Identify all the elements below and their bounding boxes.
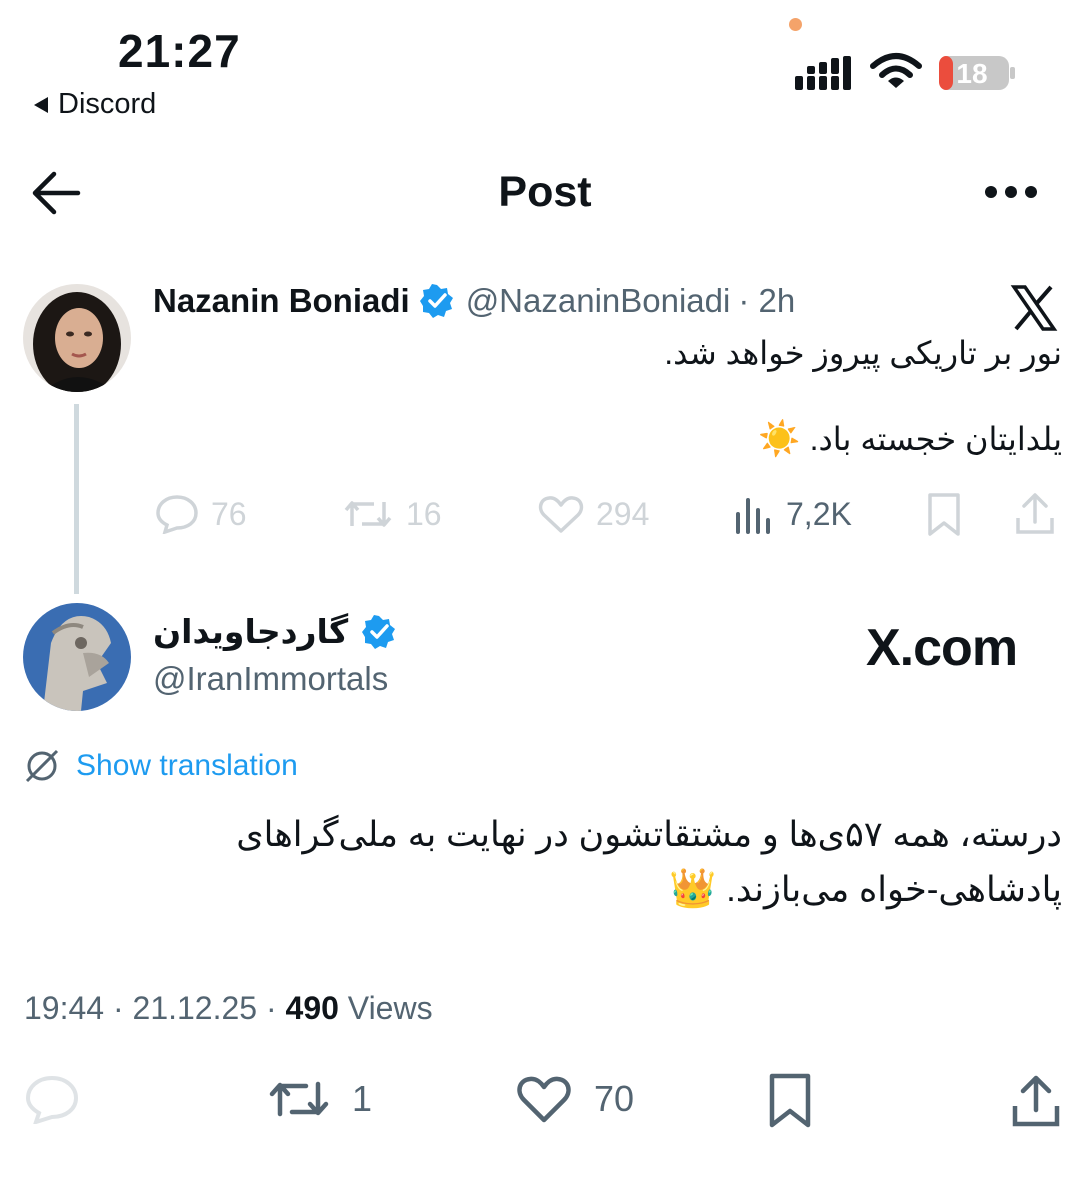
bookmark-icon[interactable] xyxy=(924,492,964,538)
more-options-icon[interactable] xyxy=(985,186,1037,200)
views-count: 7,2K xyxy=(786,495,852,532)
main-tweet-line-2-text: پادشاهی-خواه می‌بازند. xyxy=(726,870,1062,909)
heart-icon xyxy=(517,1076,571,1123)
post-age: · 2h xyxy=(738,282,796,319)
page-title: Post xyxy=(498,168,592,216)
repost-count: 1 xyxy=(352,1078,373,1119)
like-count: 70 xyxy=(594,1078,635,1119)
author-handle[interactable]: @IranImmortals xyxy=(153,660,388,698)
share-icon[interactable] xyxy=(1014,492,1056,538)
heart-icon xyxy=(538,496,584,533)
repost-icon xyxy=(269,1081,329,1117)
share-icon[interactable] xyxy=(1010,1074,1062,1130)
quoted-tweet-line-1: نور بر تاریکی پیروز خواهد شد. xyxy=(664,335,1062,371)
analytics-icon xyxy=(736,498,770,534)
tweet-date: 21.12.25 xyxy=(132,990,258,1026)
sun-emoji: ☀️ xyxy=(758,420,801,458)
like-button[interactable]: 294 xyxy=(538,494,649,534)
battery-icon: 18 xyxy=(939,56,1015,90)
back-app-label: Discord xyxy=(58,88,157,120)
quoted-tweet-header: Nazanin Boniadi @NazaninBoniadi · 2h xyxy=(153,282,795,320)
bookmark-icon[interactable] xyxy=(766,1072,814,1130)
globe-icon xyxy=(25,749,59,783)
verified-badge-icon xyxy=(362,614,396,649)
show-translation-link[interactable]: Show translation xyxy=(24,748,298,784)
repost-button[interactable]: 1 xyxy=(268,1074,372,1124)
status-time: 21:27 xyxy=(118,25,241,77)
main-tweet-text: درسته، همه ۵۷ی‌ها و مشتقاتشون در نهایت ب… xyxy=(122,808,1062,917)
quoted-tweet-text: نور بر تاریکی پیروز خواهد شد. یلدایتان خ… xyxy=(162,330,1062,462)
main-tweet-line-1: درسته، همه ۵۷ی‌ها و مشتقاتشون در نهایت ب… xyxy=(236,815,1062,854)
reply-count: 76 xyxy=(211,495,247,532)
author-handle[interactable]: @NazaninBoniadi xyxy=(466,282,731,320)
main-tweet-line-2: پادشاهی-خواه می‌بازند. 👑 xyxy=(122,862,1062,917)
quoted-tweet-actions: 76 16 294 7,2K xyxy=(0,488,1090,544)
main-tweet-actions: 1 70 xyxy=(0,1068,1090,1132)
battery-level: 18 xyxy=(956,58,987,89)
avatar-nazanin[interactable] xyxy=(23,284,131,392)
wifi-icon xyxy=(870,53,922,88)
tweet-meta: 19:44 · 21.12.25 · 490 Views xyxy=(24,990,433,1026)
verified-badge-icon xyxy=(419,284,453,318)
tweet-views-count: 490 xyxy=(285,990,339,1026)
quoted-tweet-line-2: یلدایتان خجسته باد. ☀️ xyxy=(162,416,1062,462)
crown-emoji: 👑 xyxy=(669,868,717,910)
tweet-time: 19:44 xyxy=(24,990,105,1026)
like-count: 294 xyxy=(596,495,650,532)
main-author-name-row[interactable]: گاردجاویدان xyxy=(153,612,396,651)
reply-icon xyxy=(156,495,198,534)
back-to-app-link[interactable]: Discord xyxy=(34,88,156,121)
reply-button[interactable]: 76 xyxy=(155,494,247,534)
avatar-iranimmortals[interactable] xyxy=(23,603,131,711)
like-button[interactable]: 70 xyxy=(516,1074,634,1124)
repost-count: 16 xyxy=(406,495,442,532)
author-name: گاردجاویدان xyxy=(153,613,349,650)
views-button[interactable]: 7,2K xyxy=(734,494,852,534)
signal-icon xyxy=(795,56,851,90)
x-logo-icon xyxy=(1010,285,1058,331)
tweet-views-label: Views xyxy=(347,990,433,1026)
reply-icon[interactable] xyxy=(24,1074,80,1124)
show-translation-label: Show translation xyxy=(76,749,298,782)
quoted-tweet-line-2-text: یلدایتان خجسته باد. xyxy=(809,421,1062,457)
repost-icon xyxy=(344,501,392,527)
privacy-indicator-dot xyxy=(789,18,802,31)
repost-button[interactable]: 16 xyxy=(342,494,442,534)
author-name[interactable]: Nazanin Boniadi xyxy=(153,282,410,320)
back-triangle-icon xyxy=(34,96,48,113)
xcom-watermark: X.com xyxy=(866,619,1018,677)
